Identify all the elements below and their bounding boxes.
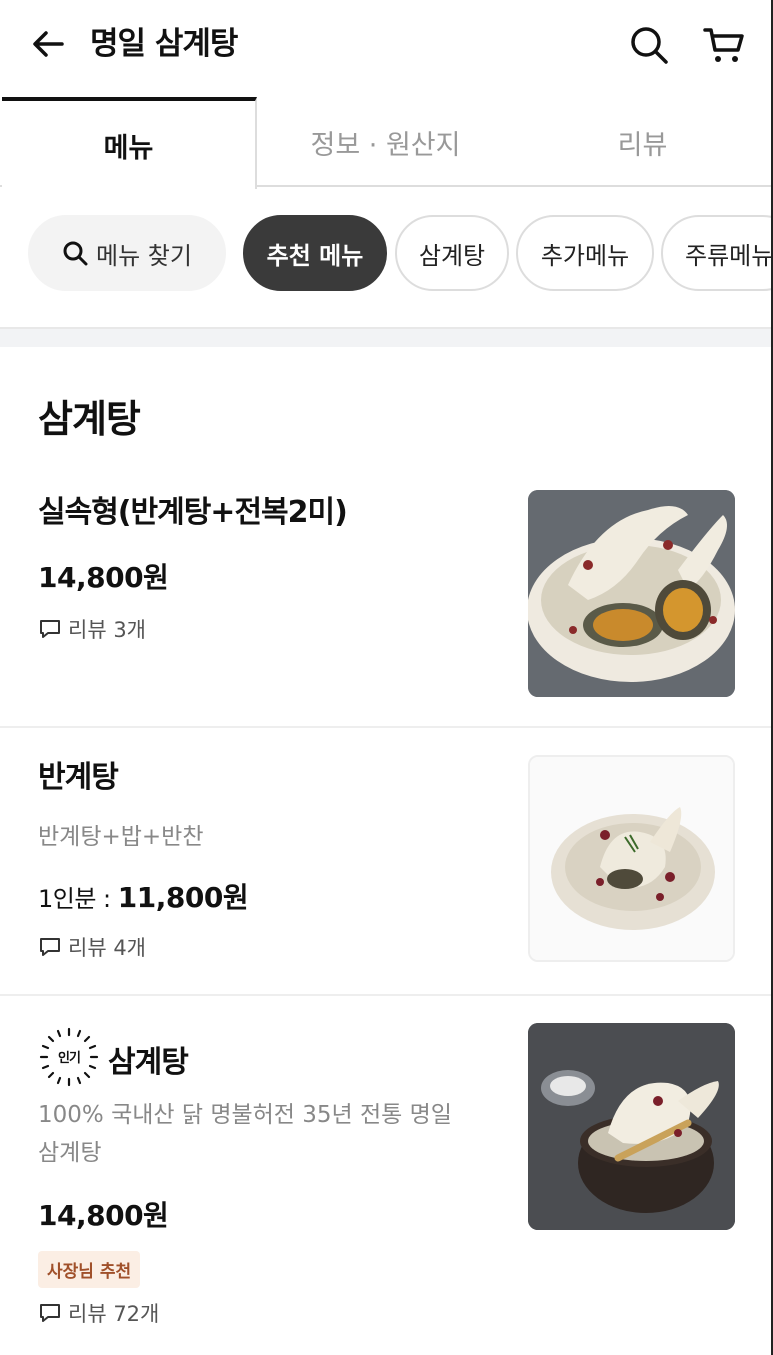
speech-bubble-icon bbox=[40, 620, 60, 638]
review-count: 리뷰 4개 bbox=[68, 936, 146, 960]
menu-item-review: 리뷰 72개 bbox=[38, 1298, 159, 1328]
chip-drinks-menu[interactable]: 주류메뉴 bbox=[661, 215, 771, 291]
menu-item-price: 14,800원 bbox=[38, 1199, 169, 1232]
food-photo bbox=[528, 490, 735, 697]
menu-item-name: 실속형(반계탕+전복2미) bbox=[38, 495, 348, 530]
menu-item-description: 100% 국내산 닭 명불허전 35년 전통 명일 삼계탕 bbox=[38, 1102, 452, 1166]
cart-icon bbox=[703, 28, 744, 62]
tab-menu[interactable]: 메뉴 bbox=[2, 97, 257, 189]
menu-item-photo bbox=[528, 1023, 735, 1230]
back-button[interactable] bbox=[28, 24, 68, 64]
menu-item-review: 리뷰 4개 bbox=[38, 932, 146, 962]
arrow-left-icon bbox=[33, 31, 64, 57]
top-bar: 명일 삼계탕 bbox=[0, 0, 771, 98]
menu-item-photo bbox=[528, 755, 735, 962]
review-count: 리뷰 3개 bbox=[68, 618, 146, 642]
tab-info-origin[interactable]: 정보 · 원산지 bbox=[257, 97, 514, 187]
page-title: 명일 삼계탕 bbox=[90, 26, 238, 62]
speech-bubble-icon bbox=[40, 1304, 60, 1322]
popular-label: 인기 bbox=[58, 1050, 80, 1066]
price-value: 11,800원 bbox=[117, 881, 249, 914]
food-photo bbox=[528, 1023, 735, 1230]
review-count: 리뷰 72개 bbox=[68, 1302, 160, 1326]
menu-item-photo bbox=[528, 490, 735, 697]
popular-burst-icon: 인기 bbox=[39, 1027, 99, 1087]
menu-item-price: 14,800원 bbox=[38, 561, 169, 594]
category-chips: 메뉴 찾기 추천 메뉴 삼계탕 추가메뉴 주류메뉴 bbox=[0, 187, 771, 327]
menu-item[interactable]: 실속형(반계탕+전복2미) 14,800원 리뷰 3개 bbox=[0, 468, 771, 728]
search-icon bbox=[631, 27, 668, 64]
menu-search-label: 메뉴 찾기 bbox=[96, 241, 192, 270]
menu-item[interactable]: 반계탕 반계탕+밥+반찬 1인분 : 11,800원 리뷰 4개 bbox=[0, 728, 771, 996]
menu-item-price: 1인분 : 11,800원 bbox=[38, 876, 249, 916]
menu-search-chip[interactable]: 메뉴 찾기 bbox=[28, 215, 226, 291]
tab-reviews[interactable]: 리뷰 bbox=[514, 97, 771, 187]
chip-samgyetang[interactable]: 삼계탕 bbox=[395, 215, 509, 291]
menu-item-name: 반계탕 bbox=[38, 760, 119, 795]
chip-recommended[interactable]: 추천 메뉴 bbox=[243, 215, 387, 291]
section-title: 삼계탕 bbox=[38, 397, 141, 441]
portion-label: 1인분 : bbox=[38, 885, 118, 913]
tab-bar: 메뉴 정보 · 원산지 리뷰 bbox=[0, 97, 771, 189]
search-button[interactable] bbox=[628, 24, 670, 66]
menu-item-review: 리뷰 3개 bbox=[38, 614, 146, 644]
chip-extra-menu[interactable]: 추가메뉴 bbox=[516, 215, 654, 291]
section-divider bbox=[0, 327, 771, 347]
menu-item[interactable]: 인기 삼계탕 100% 국내산 닭 명불허전 35년 전통 명일 삼계탕 14,… bbox=[0, 996, 771, 1355]
cart-button[interactable] bbox=[702, 24, 746, 66]
search-icon bbox=[63, 241, 88, 266]
popular-badge: 인기 bbox=[38, 1026, 100, 1099]
menu-item-name: 삼계탕 bbox=[108, 1044, 189, 1080]
owner-recommend-tag: 사장님 추천 bbox=[38, 1251, 141, 1288]
menu-item-description: 반계탕+밥+반찬 bbox=[38, 824, 204, 850]
speech-bubble-icon bbox=[40, 938, 60, 956]
food-photo bbox=[530, 757, 733, 960]
menu-item-name-row: 인기 삼계탕 bbox=[38, 1026, 189, 1099]
